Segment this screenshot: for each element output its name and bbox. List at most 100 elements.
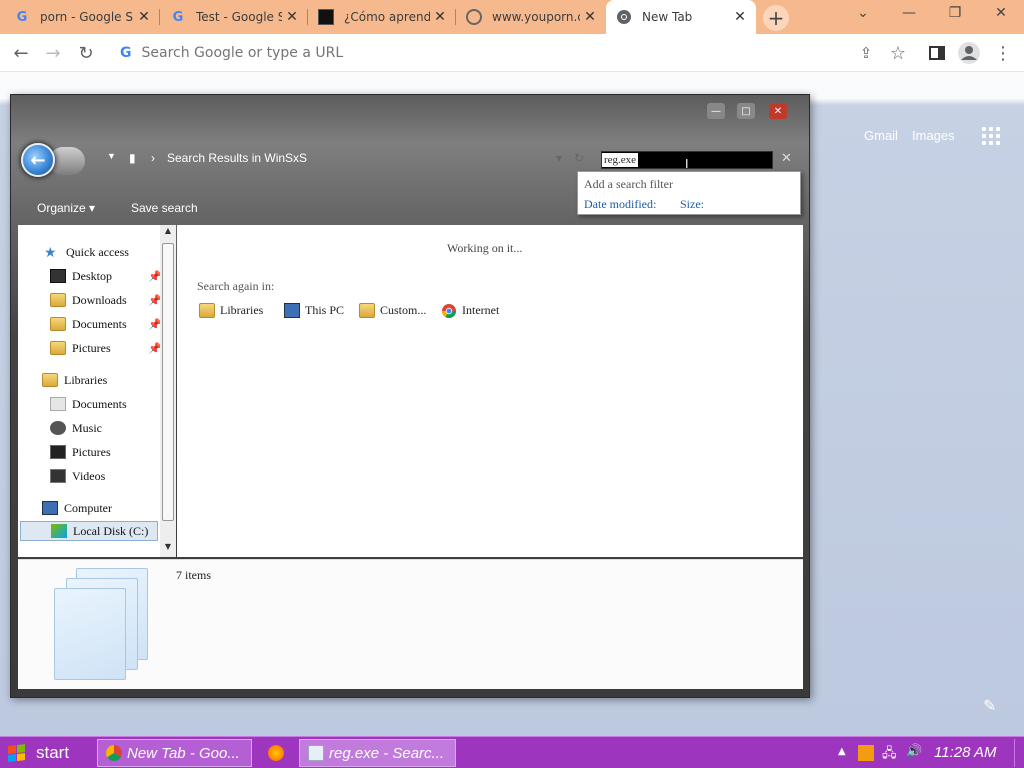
tab-search-icon[interactable]: ⌄ (840, 5, 886, 25)
nav-quick-access[interactable]: ★ Quick access (44, 242, 129, 262)
breadcrumb[interactable]: Search Results in WinSxS (167, 151, 307, 165)
search-again-internet[interactable]: Internet (441, 303, 499, 318)
pictures-folder-icon (50, 341, 66, 355)
tab-title: porn - Google S (40, 10, 133, 24)
star-icon[interactable]: ☆ (887, 42, 909, 64)
music-icon (50, 421, 66, 435)
apps-grid-icon[interactable] (982, 127, 1000, 145)
filter-size[interactable]: Size: (680, 197, 704, 212)
new-tab-button[interactable]: + (763, 5, 789, 31)
folder-icon: ▮ (129, 151, 136, 165)
nav-local-disk[interactable]: Local Disk (C:) (20, 521, 158, 541)
taskbar-label: reg.exe - Searc... (329, 744, 445, 762)
tab-youporn[interactable]: www.youporn.c ✕ (456, 0, 606, 34)
share-icon[interactable]: ⇪ (855, 42, 877, 64)
search-folder-icon (308, 745, 324, 761)
show-desktop-button[interactable] (1014, 739, 1022, 767)
nav-libraries[interactable]: Libraries (42, 370, 107, 390)
taskbar-firefox[interactable] (262, 739, 292, 767)
documents-library-icon (50, 397, 66, 411)
pin-icon[interactable]: 📌 (148, 270, 162, 283)
minimize-button[interactable]: — (886, 5, 932, 25)
search-again-item-label: Internet (462, 303, 500, 317)
back-button[interactable]: ← (21, 143, 55, 177)
documents-folder-icon (50, 317, 66, 331)
tab-test-google[interactable]: G Test - Google S ✕ (160, 0, 308, 34)
filter-header: Add a search filter (584, 177, 673, 191)
network-icon[interactable]: 🖧 (882, 744, 897, 766)
forward-icon[interactable]: → (42, 42, 64, 64)
pin-icon[interactable]: 📌 (148, 342, 162, 355)
images-link[interactable]: Images (912, 128, 955, 143)
tab-como-aprende[interactable]: ¿Cómo aprende ✕ (308, 0, 456, 34)
reload-icon[interactable]: ↻ (75, 42, 97, 64)
search-again-libraries[interactable]: Libraries (199, 303, 263, 318)
organize-menu[interactable]: Organize ▾ (37, 201, 95, 215)
nav-library-pictures[interactable]: Pictures (50, 442, 111, 462)
nav-computer[interactable]: Computer (42, 498, 112, 518)
gmail-link[interactable]: Gmail (864, 128, 898, 143)
nav-desktop[interactable]: Desktop (50, 266, 112, 286)
tab-title: ¿Cómo aprende (344, 10, 430, 24)
search-again-this-pc[interactable]: This PC (284, 303, 344, 318)
volume-icon[interactable]: 🔊 (906, 744, 922, 759)
search-again-custom[interactable]: Custom... (359, 303, 426, 318)
start-button[interactable]: start (0, 737, 90, 768)
tab-porn-google[interactable]: G porn - Google S ✕ (4, 0, 160, 34)
taskbar-explorer[interactable]: reg.exe - Searc... (299, 739, 456, 767)
tray-app-icon[interactable] (858, 745, 874, 761)
nav-scrollbar[interactable]: ▲ ▼ (160, 225, 176, 557)
nav-downloads[interactable]: Downloads (50, 290, 127, 310)
search-again-item-label: Custom... (380, 303, 427, 317)
back-icon[interactable]: ← (10, 42, 32, 64)
minimize-button[interactable]: — (707, 103, 725, 119)
omnibox[interactable]: G (108, 37, 848, 69)
scroll-down-icon[interactable]: ▼ (160, 542, 176, 556)
filter-date-modified[interactable]: Date modified: (584, 197, 656, 212)
nav-library-music[interactable]: Music (50, 418, 102, 438)
show-hidden-icons[interactable]: ▲ (838, 746, 846, 757)
maximize-button[interactable]: □ (737, 103, 755, 119)
scroll-thumb[interactable] (162, 243, 174, 521)
nav-label: Libraries (64, 372, 108, 387)
close-icon[interactable]: ✕ (580, 9, 600, 25)
taskbar: start New Tab - Goo... reg.exe - Searc..… (0, 736, 1024, 768)
chrome-icon (106, 745, 122, 761)
nav-library-videos[interactable]: Videos (50, 466, 105, 486)
pin-icon[interactable]: 📌 (148, 294, 162, 307)
clear-search-icon[interactable]: ✕ (781, 151, 792, 166)
recent-locations-icon[interactable]: ▼ (107, 151, 116, 161)
tab-new-tab[interactable]: New Tab ✕ (606, 0, 756, 34)
nav-pictures[interactable]: Pictures (50, 338, 111, 358)
scroll-up-icon[interactable]: ▲ (160, 226, 176, 240)
nav-documents[interactable]: Documents (50, 314, 127, 334)
close-window-button[interactable]: ✕ (978, 5, 1024, 25)
nav-label: Music (72, 420, 102, 435)
libraries-icon (42, 373, 58, 387)
close-icon[interactable]: ✕ (430, 9, 450, 25)
pin-icon[interactable]: 📌 (148, 318, 162, 331)
restore-button[interactable]: ❐ (932, 5, 978, 25)
menu-icon[interactable]: ⋮ (992, 42, 1014, 64)
pencil-icon[interactable]: ✎ (983, 696, 1001, 715)
profile-icon[interactable] (958, 42, 980, 64)
side-panel-icon[interactable] (926, 42, 948, 64)
clock[interactable]: 11:28 AM (934, 744, 997, 761)
refresh-icon[interactable]: ↻ (574, 151, 584, 165)
firefox-icon (268, 745, 284, 761)
save-search-button[interactable]: Save search (131, 201, 198, 215)
nav-label: Quick access (66, 244, 129, 259)
computer-icon (42, 501, 58, 515)
address-input[interactable] (141, 45, 742, 61)
search-status: Working on it... (447, 241, 523, 255)
close-icon[interactable]: ✕ (134, 9, 154, 25)
dropdown-arrow-icon[interactable]: ▾ (556, 151, 562, 165)
browser-toolbar: ← → ↻ G ⇪ ☆ ⋮ (0, 34, 1024, 72)
close-icon[interactable]: ✕ (282, 9, 302, 25)
close-icon[interactable]: ✕ (730, 9, 750, 25)
taskbar-chrome[interactable]: New Tab - Goo... (97, 739, 252, 767)
star-icon: ★ (44, 246, 57, 261)
close-button[interactable]: ✕ (769, 103, 787, 119)
nav-label: Local Disk (C:) (73, 523, 149, 538)
nav-library-documents[interactable]: Documents (50, 394, 127, 414)
